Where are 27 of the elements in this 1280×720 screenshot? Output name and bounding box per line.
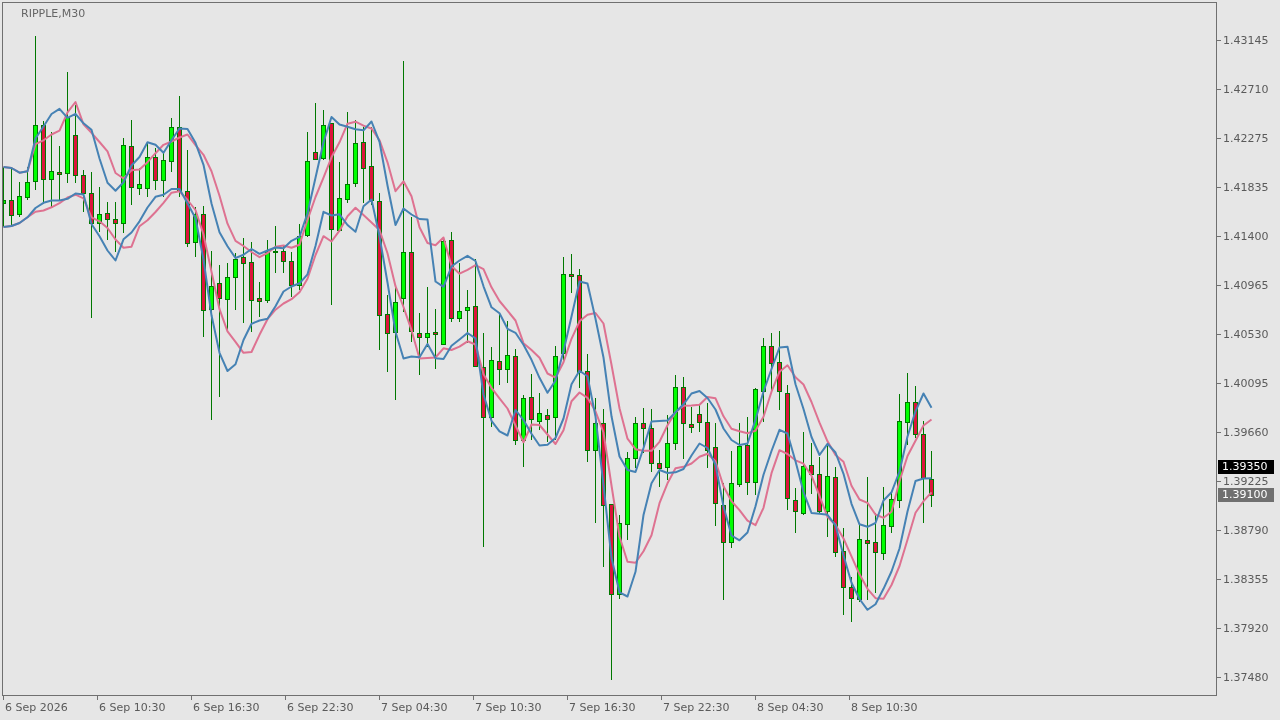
time-label: 7 Sep 10:30 [475,701,542,714]
time-label: 7 Sep 22:30 [663,701,730,714]
price-label: 1.40965 [1223,279,1269,292]
price-label: 1.38790 [1223,524,1269,537]
price-label: 1.39225 [1223,475,1269,488]
time-label: 6 Sep 16:30 [193,701,260,714]
price-label: 1.40095 [1223,377,1269,390]
chart-title: RIPPLE,M30 [21,7,86,20]
price-tag: 1.39350 [1218,459,1274,474]
time-label: 8 Sep 10:30 [851,701,918,714]
price-label: 1.42275 [1223,132,1269,145]
time-label: 8 Sep 04:30 [757,701,824,714]
price-label: 1.41835 [1223,181,1269,194]
time-label: 6 Sep 10:30 [99,701,166,714]
price-label: 1.43145 [1223,34,1269,47]
price-label: 1.37920 [1223,622,1269,635]
price-tag: 1.39100 [1218,487,1274,502]
price-label: 1.41400 [1223,230,1269,243]
time-label: 7 Sep 16:30 [569,701,636,714]
price-label: 1.38355 [1223,573,1269,586]
price-label: 1.39660 [1223,426,1269,439]
price-label: 1.37480 [1223,671,1269,684]
time-label: 6 Sep 22:30 [287,701,354,714]
time-label: 6 Sep 2026 [5,701,68,714]
price-label: 1.40530 [1223,328,1269,341]
price-label: 1.42710 [1223,83,1269,96]
time-label: 7 Sep 04:30 [381,701,448,714]
